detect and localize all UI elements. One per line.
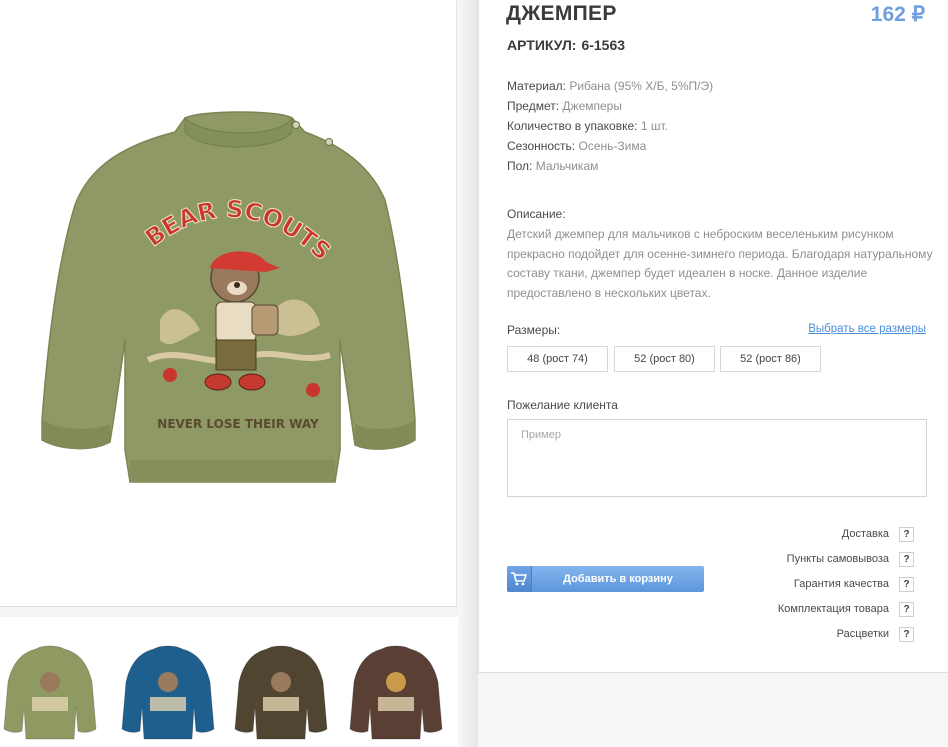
customer-wish-input[interactable]	[507, 419, 927, 497]
property-value: Джемперы	[562, 99, 622, 113]
property-row: Материал: Рибана (95% Х/Б, 5%П/Э)	[507, 76, 713, 96]
select-all-sizes-link[interactable]: Выбрать все размеры	[808, 323, 926, 335]
property-value: Мальчикам	[535, 159, 599, 173]
product-info-panel: ДЖЕМПЕР 162 ₽ АРТИКУЛ: 6-1563 Материал: Р…	[478, 0, 948, 673]
property-label: Сезонность:	[507, 139, 576, 153]
image-divider	[0, 607, 458, 617]
thumbnail-brown[interactable]	[233, 637, 329, 747]
article-value: 6-1563	[581, 37, 626, 53]
jumper-illustration: BEAR SCOUTS NEVER LOSE THEIR WAY	[41, 111, 416, 483]
property-label: Предмет:	[507, 99, 560, 113]
property-row: Количество в упаковке: 1 шт.	[507, 116, 713, 136]
info-link-label[interactable]: Пункты самовывоза	[787, 553, 889, 565]
thumbnail-blue[interactable]	[120, 637, 216, 747]
help-icon[interactable]: ?	[899, 601, 914, 617]
help-icon[interactable]: ?	[899, 576, 914, 592]
property-label: Пол:	[507, 159, 533, 173]
size-option-52-80[interactable]: 52 (рост 80)	[614, 346, 715, 372]
thumbnail-strip	[0, 617, 458, 747]
info-link-pickup[interactable]: Пункты самовывоза ?	[787, 551, 914, 567]
product-price: 162 ₽	[870, 3, 925, 26]
print-slogan: NEVER LOSE THEIR WAY	[157, 417, 319, 431]
sizes-label: Размеры:	[507, 323, 561, 337]
info-link-delivery[interactable]: Доставка ?	[842, 526, 914, 542]
product-main-image: BEAR SCOUTS NEVER LOSE THEIR WAY	[0, 0, 457, 607]
info-link-label[interactable]: Комплектация товара	[778, 603, 889, 615]
size-option-52-86[interactable]: 52 (рост 86)	[720, 346, 821, 372]
help-icon[interactable]: ?	[899, 551, 914, 567]
column-gutter	[458, 0, 478, 747]
thumbnail-maroon[interactable]	[348, 637, 444, 747]
info-link-quality[interactable]: Гарантия качества ?	[794, 576, 914, 592]
property-label: Количество в упаковке:	[507, 119, 638, 133]
add-to-cart-button[interactable]: Добавить в корзину	[507, 566, 704, 592]
article-label: АРТИКУЛ:	[507, 37, 577, 53]
panel-footer-area	[478, 674, 948, 747]
info-link-label[interactable]: Доставка	[842, 528, 889, 540]
help-icon[interactable]: ?	[899, 526, 914, 542]
add-to-cart-label: Добавить в корзину	[563, 573, 673, 585]
help-icon[interactable]: ?	[899, 626, 914, 642]
info-link-contents[interactable]: Комплектация товара ?	[778, 601, 914, 617]
info-link-label[interactable]: Расцветки	[837, 628, 889, 640]
info-link-label[interactable]: Гарантия качества	[794, 578, 889, 590]
property-row: Предмет: Джемперы	[507, 96, 713, 116]
product-properties: Материал: Рибана (95% Х/Б, 5%П/Э) Предме…	[507, 76, 713, 176]
info-link-colors[interactable]: Расцветки ?	[837, 626, 914, 642]
property-row: Сезонность: Осень-Зима	[507, 136, 713, 156]
thumbnail-olive[interactable]	[2, 637, 98, 747]
product-article: АРТИКУЛ: 6-1563	[507, 37, 625, 53]
property-value: 1 шт.	[640, 119, 668, 133]
size-option-48[interactable]: 48 (рост 74)	[507, 346, 608, 372]
customer-wish-label: Пожелание клиента	[507, 398, 618, 412]
cart-icon	[507, 566, 532, 592]
product-title: ДЖЕМПЕР	[506, 2, 617, 25]
property-value: Осень-Зима	[578, 139, 647, 153]
property-value: Рибана (95% Х/Б, 5%П/Э)	[569, 79, 714, 93]
description-text: Детский джемпер для мальчиков с неброски…	[507, 227, 933, 300]
property-row: Пол: Мальчикам	[507, 156, 713, 176]
description-label: Описание:	[507, 207, 566, 221]
property-label: Материал:	[507, 79, 566, 93]
